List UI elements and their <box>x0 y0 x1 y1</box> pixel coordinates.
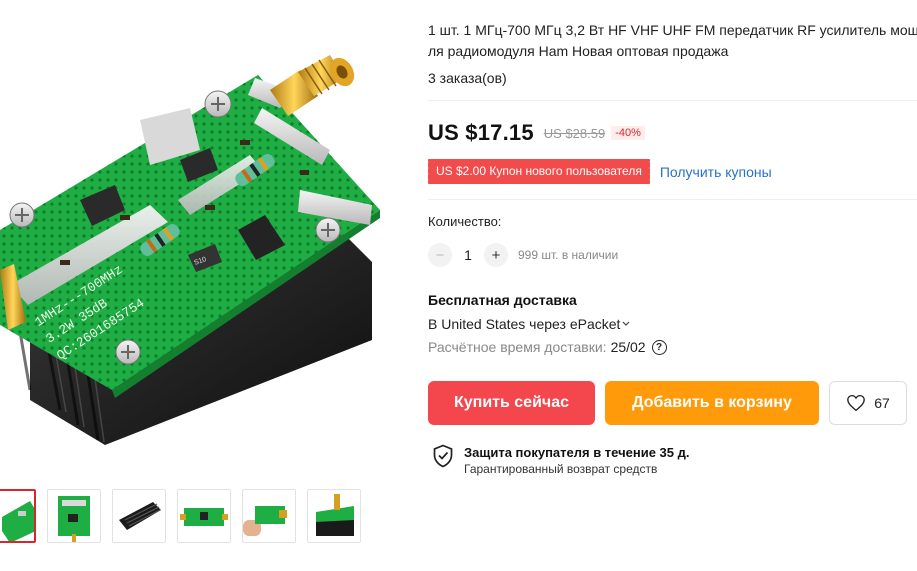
thumbnail-1[interactable] <box>0 489 36 543</box>
wishlist-button[interactable]: 67 <box>829 381 907 425</box>
heart-icon <box>847 394 866 412</box>
help-circle-icon[interactable]: ? <box>651 339 667 355</box>
quantity-stepper: − 1 + 999 шт. в наличии <box>428 243 618 267</box>
coupon-row: US $2.00 Купон нового пользователя Получ… <box>426 159 772 184</box>
thumbnail-6[interactable] <box>307 489 361 543</box>
product-title-line-1: 1 шт. 1 МГц-700 МГц 3,2 Вт HF VHF UHF FM… <box>428 22 917 38</box>
thumbnail-4[interactable] <box>177 489 231 543</box>
stock-available: 999 шт. в наличии <box>518 248 619 262</box>
buyer-protection: Защита покупателя в течение 35 д. Гарант… <box>432 444 689 477</box>
product-title: 1 шт. 1 МГц-700 МГц 3,2 Вт HF VHF UHF FM… <box>428 20 917 62</box>
discount-badge: -40% <box>611 126 645 140</box>
divider <box>428 199 917 200</box>
shield-check-icon <box>433 444 453 468</box>
price-row: US $17.15 US $28.59 -40% <box>428 118 645 148</box>
original-price: US $28.59 <box>543 125 606 141</box>
thumbnail-5[interactable] <box>242 489 296 543</box>
buy-now-button[interactable]: Купить сейчас <box>428 381 595 425</box>
delivery-time-label: Расчётное время доставки: <box>428 339 607 355</box>
current-price: US $17.15 <box>428 120 534 145</box>
protection-title: Защита покупателя в течение 35 д. <box>464 445 690 460</box>
wishlist-count: 67 <box>874 395 890 411</box>
shipping-route-text: В United States через ePacket <box>428 316 621 332</box>
shipping-title: Бесплатная доставка <box>428 292 577 308</box>
product-title-line-2: ля радиомодуля Ham Новая оптовая продажа <box>428 43 729 59</box>
quantity-increase-button[interactable]: + <box>484 243 508 267</box>
quantity-label: Количество: <box>428 214 502 229</box>
coupon-badge[interactable]: US $2.00 Купон нового пользователя <box>426 159 650 184</box>
thumbnail-2[interactable] <box>47 489 101 543</box>
main-product-image[interactable]: 1MHz---700MHz 3.2W 35dB QC:2601685754 S1… <box>0 0 395 480</box>
add-to-cart-button[interactable]: Добавить в корзину <box>605 381 819 425</box>
protection-subtitle: Гарантированный возврат средств <box>464 462 658 476</box>
product-photo: 1MHz---700MHz 3.2W 35dB QC:2601685754 S1… <box>0 55 380 445</box>
thumbnail-3[interactable] <box>112 489 166 543</box>
sma-connector-top <box>270 55 355 116</box>
chevron-down-icon <box>622 319 630 329</box>
quantity-decrease-button[interactable]: − <box>428 243 452 267</box>
get-coupons-link[interactable]: Получить купоны <box>660 164 772 180</box>
delivery-time: Расчётное время доставки: 25/02 ? <box>428 339 667 355</box>
quantity-input[interactable]: 1 <box>452 247 484 263</box>
orders-count: 3 заказа(ов) <box>428 70 507 86</box>
shipping-route-selector[interactable]: В United States через ePacket <box>428 316 630 332</box>
divider <box>428 100 917 101</box>
delivery-time-value: 25/02 <box>610 339 646 355</box>
